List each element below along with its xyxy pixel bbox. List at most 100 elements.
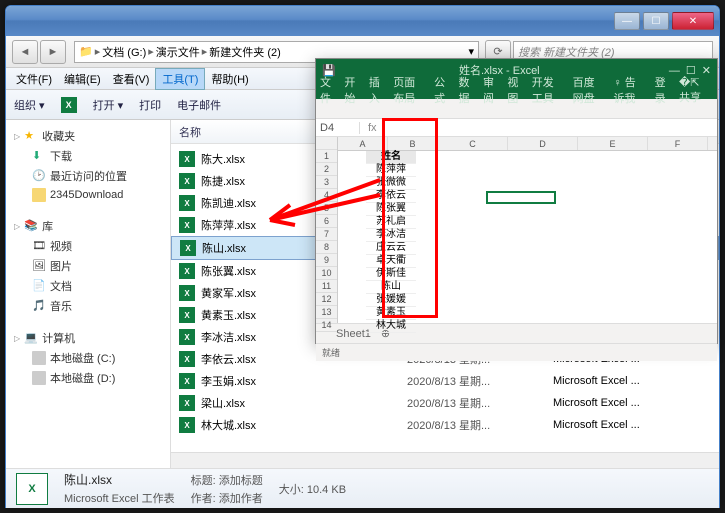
fx-icon[interactable]: fx [368, 122, 377, 134]
col-header[interactable]: C [438, 137, 508, 150]
mail-button[interactable]: 电子邮件 [177, 97, 221, 113]
excel-grid[interactable]: 1234567891011121314 ABCDEF 姓名陈萍萍张微微李依云陈张… [316, 137, 717, 323]
excel-file-icon: X [179, 217, 195, 233]
excel-file-icon: X [179, 351, 195, 367]
status-filetype: Microsoft Excel 工作表 [64, 490, 175, 506]
status-author[interactable]: 添加作者 [219, 493, 263, 505]
ribbon-tab[interactable]: 文件 [320, 74, 336, 106]
breadcrumb-3[interactable]: 新建文件夹 (2) [209, 44, 281, 60]
row-header[interactable]: 11 [316, 280, 337, 293]
name-box[interactable]: D4 [320, 122, 360, 134]
dropdown-icon[interactable]: ▾ [468, 45, 474, 58]
sidebar-item[interactable]: 🕑最近访问的位置 [10, 166, 166, 186]
sidebar-item[interactable]: 本地磁盘 (C:) [10, 348, 166, 368]
sidebar-favorites[interactable]: ▷★收藏夹 [10, 126, 166, 146]
organize-button[interactable]: 组织 ▾ [14, 97, 45, 113]
row-header[interactable]: 8 [316, 241, 337, 254]
file-name: 梁山.xlsx [201, 395, 401, 411]
file-type-icon: X [16, 473, 48, 505]
file-type: Microsoft Excel ... [553, 397, 640, 409]
file-name: 李玉娟.xlsx [201, 373, 401, 389]
row-header[interactable]: 6 [316, 215, 337, 228]
back-button[interactable]: ◄ [12, 40, 38, 64]
excel-status: 就绪 [316, 343, 717, 361]
sidebar-item[interactable]: 本地磁盘 (D:) [10, 368, 166, 388]
sidebar-item[interactable]: 🎵音乐 [10, 296, 166, 316]
row-header[interactable]: 3 [316, 176, 337, 189]
file-type: Microsoft Excel ... [553, 375, 640, 387]
col-header[interactable]: F [648, 137, 708, 150]
row-header[interactable]: 9 [316, 254, 337, 267]
file-date: 2020/8/13 星期... [407, 395, 547, 411]
sidebar-item[interactable]: 📄文档 [10, 276, 166, 296]
close-button[interactable]: ✕ [672, 12, 714, 30]
excel-file-icon: X [179, 395, 195, 411]
file-date: 2020/8/13 星期... [407, 417, 547, 433]
row-header[interactable]: 1 [316, 150, 337, 163]
col-header[interactable]: A [338, 137, 388, 150]
ribbon-tab[interactable]: 数据 [459, 74, 475, 106]
ribbon-tab[interactable]: 登录 [655, 74, 671, 106]
row-header[interactable]: 14 [316, 319, 337, 332]
sidebar-item[interactable]: ⬇下载 [10, 146, 166, 166]
row-header[interactable]: 4 [316, 189, 337, 202]
col-header[interactable]: E [578, 137, 648, 150]
file-row[interactable]: X林大城.xlsx2020/8/13 星期...Microsoft Excel … [171, 414, 719, 436]
ribbon-tab[interactable]: ♀ 告诉我 [613, 74, 646, 106]
row-header[interactable]: 12 [316, 293, 337, 306]
ribbon-tab[interactable]: �⇱ 共享 [679, 76, 713, 105]
excel-file-icon: X [179, 329, 195, 345]
ribbon-tab[interactable]: 页面布局 [393, 74, 426, 106]
ribbon-tab[interactable]: 公式 [434, 74, 450, 106]
sidebar-libraries[interactable]: ▷📚库 [10, 216, 166, 236]
formula-bar[interactable]: D4 fx [316, 119, 717, 137]
menu-help[interactable]: 帮助(H) [205, 69, 254, 89]
excel-file-icon: X [179, 195, 195, 211]
titlebar[interactable]: — ☐ ✕ [6, 6, 719, 36]
maximize-button[interactable]: ☐ [643, 12, 669, 30]
open-button[interactable]: 打开 ▾ [93, 97, 124, 113]
breadcrumb-sep: ▸ [95, 45, 101, 58]
excel-file-icon: X [179, 151, 195, 167]
excel-file-icon: X [179, 307, 195, 323]
breadcrumb-2[interactable]: 演示文件 [156, 44, 200, 60]
ribbon-tab[interactable]: 插入 [369, 74, 385, 106]
row-header[interactable]: 5 [316, 202, 337, 215]
active-cell[interactable] [486, 191, 556, 204]
excel-icon: X [61, 97, 77, 113]
col-header[interactable]: D [508, 137, 578, 150]
excel-file-icon: X [180, 240, 196, 256]
row-header[interactable]: 2 [316, 163, 337, 176]
status-title[interactable]: 添加标题 [219, 475, 263, 487]
cell[interactable]: 林大城 [366, 320, 416, 333]
menu-tools[interactable]: 工具(T) [155, 68, 205, 90]
ribbon-tab[interactable]: 开始 [344, 74, 360, 106]
row-header[interactable]: 7 [316, 228, 337, 241]
ribbon-tab[interactable]: 审阅 [483, 74, 499, 106]
excel-file-icon: X [179, 173, 195, 189]
menu-view[interactable]: 查看(V) [107, 69, 156, 89]
sidebar-computer[interactable]: ▷💻计算机 [10, 328, 166, 348]
sidebar-item[interactable]: 🎞视频 [10, 236, 166, 256]
annotation-box [382, 118, 438, 318]
horizontal-scrollbar[interactable] [171, 452, 719, 468]
row-header[interactable]: 10 [316, 267, 337, 280]
minimize-button[interactable]: — [614, 12, 640, 30]
file-row[interactable]: X 梁山.xlsx 2020/8/13 星期... Microsoft Excel .… [171, 392, 719, 414]
file-row[interactable]: X李玉娟.xlsx2020/8/13 星期...Microsoft Excel … [171, 370, 719, 392]
sidebar-item[interactable]: 🖼图片 [10, 256, 166, 276]
excel-ribbon: 文件开始插入页面布局公式数据审阅视图开发工具百度网盘♀ 告诉我登录�⇱ 共享 [316, 81, 717, 99]
excel-file-icon: X [179, 285, 195, 301]
print-button[interactable]: 打印 [139, 97, 161, 113]
menu-file[interactable]: 文件(F) [10, 69, 58, 89]
ribbon-tab[interactable]: 百度网盘 [573, 74, 606, 106]
row-header[interactable] [316, 137, 337, 150]
sidebar-item[interactable]: 2345Download [10, 186, 166, 204]
forward-button[interactable]: ► [40, 40, 66, 64]
ribbon-tab[interactable]: 开发工具 [532, 74, 565, 106]
ribbon-tab[interactable]: 视图 [507, 74, 523, 106]
row-header[interactable]: 13 [316, 306, 337, 319]
breadcrumb-1[interactable]: 文档 (G:) [102, 44, 146, 60]
excel-file-icon: X [179, 417, 195, 433]
menu-edit[interactable]: 编辑(E) [58, 69, 107, 89]
